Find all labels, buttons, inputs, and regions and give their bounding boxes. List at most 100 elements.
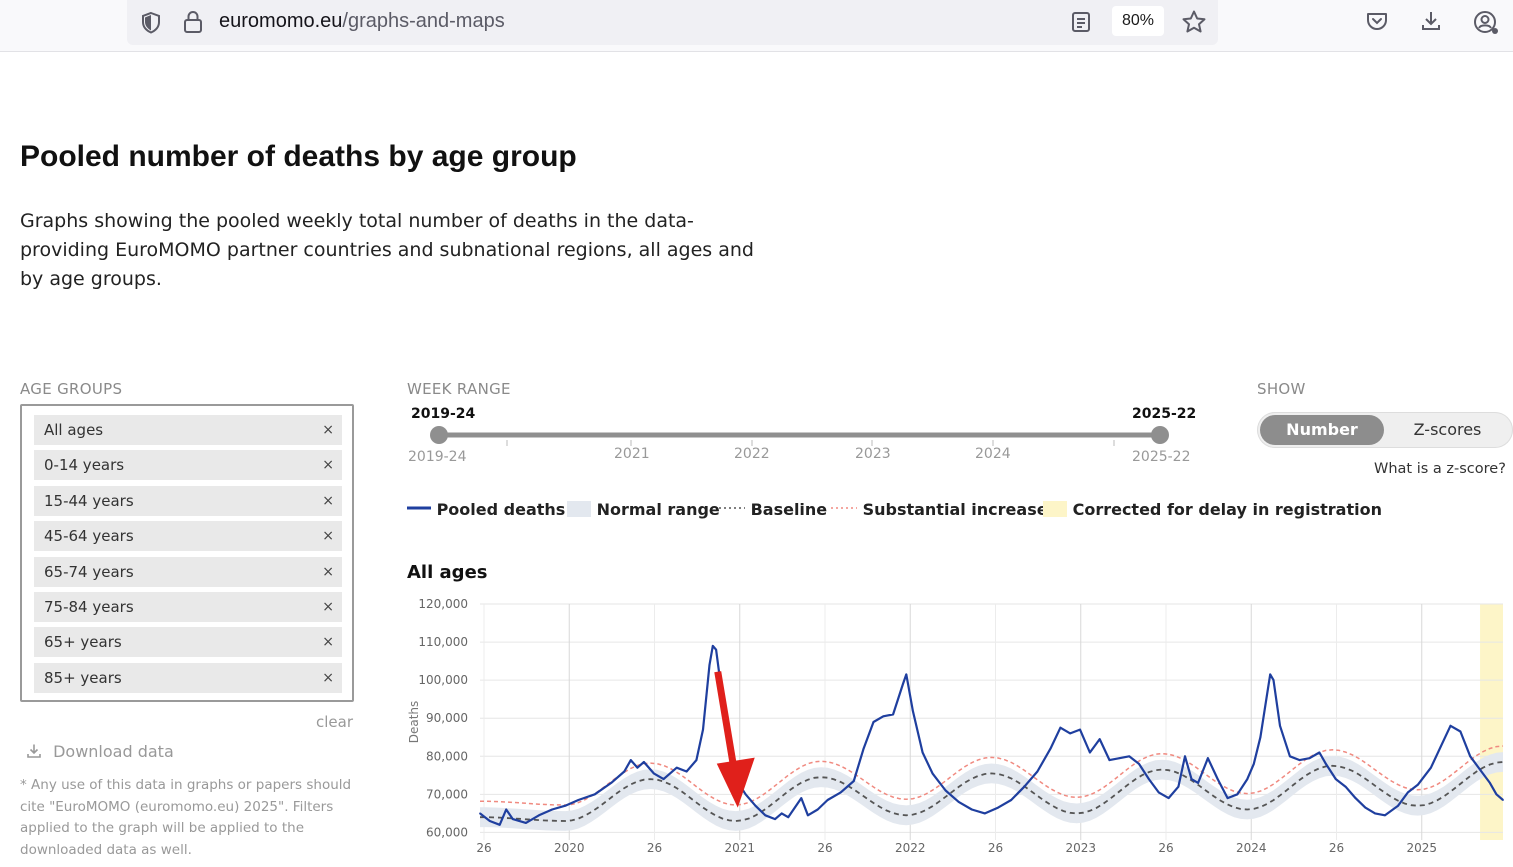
pooled-deaths-point	[685, 770, 688, 773]
pooled-deaths-point	[702, 728, 704, 731]
remove-icon[interactable]: ×	[322, 663, 334, 693]
age-group-chip[interactable]: 65-74 years ×	[34, 556, 342, 587]
lock-icon[interactable]	[182, 10, 204, 38]
pooled-deaths-point	[593, 793, 596, 796]
pooled-deaths-point	[695, 759, 698, 761]
pooled-deaths-point	[708, 664, 711, 666]
slider-end-handle[interactable]	[1151, 426, 1169, 444]
pooled-deaths-point	[905, 673, 908, 676]
age-group-label: 0-14 years	[44, 456, 125, 475]
pocket-icon[interactable]	[1365, 9, 1389, 37]
age-group-label: All ages	[44, 421, 104, 439]
pooled-deaths-point	[551, 808, 553, 811]
x-tick-label: 2023	[1065, 841, 1096, 855]
pooled-deaths-point	[1010, 799, 1013, 801]
chart-title: All ages	[407, 562, 488, 583]
age-group-chip[interactable]: 0-14 years ×	[34, 450, 342, 481]
pooled-deaths-point	[1118, 757, 1121, 760]
citation-note: * Any use of this data in graphs or pape…	[20, 777, 352, 858]
age-group-label: 15-44 years	[44, 491, 134, 510]
age-group-chip[interactable]: 45-64 years ×	[34, 521, 342, 552]
pooled-deaths-line[interactable]	[479, 644, 1504, 826]
deaths-chart[interactable]: 60,000 70,000 80,000 90,000 100,000 110,000 12…	[400, 590, 1513, 867]
legend-pooled-deaths[interactable]: Pooled deaths	[407, 500, 565, 519]
pooled-deaths-point	[1298, 759, 1301, 761]
remove-icon[interactable]: ×	[322, 450, 334, 480]
pooled-deaths-point	[1197, 782, 1199, 784]
pooled-deaths-point	[1157, 791, 1160, 794]
pooled-deaths-point	[711, 645, 714, 647]
legend-corrected[interactable]: Corrected for delay in registration	[1043, 500, 1382, 519]
week-range-tick: 2024	[975, 446, 1011, 462]
pooled-deaths-point	[715, 648, 717, 651]
pooled-deaths-point	[1449, 724, 1452, 727]
address-bar[interactable]: euromomo.eu/graphs-and-maps 80%	[127, 0, 1218, 45]
pooled-deaths-point	[1272, 679, 1275, 681]
pooled-deaths-point	[793, 806, 796, 809]
remove-icon[interactable]: ×	[322, 557, 334, 587]
shield-icon[interactable]	[139, 11, 163, 39]
pooled-deaths-point	[538, 814, 540, 817]
zscore-help-link[interactable]: What is a z-score?	[1374, 461, 1506, 477]
pooled-deaths-point	[1148, 778, 1150, 780]
download-icon[interactable]	[1419, 9, 1443, 37]
legend-substantial-increase[interactable]: Substantial increase	[831, 500, 1048, 519]
age-group-chip[interactable]: 75-84 years ×	[34, 592, 342, 622]
annotation-arrow-head	[716, 757, 755, 808]
pooled-deaths-point	[1128, 755, 1131, 758]
week-range-slider[interactable]	[400, 420, 1200, 450]
legend-normal-range[interactable]: Normal range	[567, 500, 720, 519]
age-group-label: 75-84 years	[44, 598, 134, 616]
age-group-chip[interactable]: All ages ×	[34, 415, 342, 445]
remove-icon[interactable]: ×	[322, 415, 334, 445]
clear-button[interactable]: clear	[316, 713, 353, 731]
account-icon[interactable]	[1472, 9, 1500, 41]
pooled-deaths-point	[1407, 791, 1409, 794]
y-tick-label: 70,000	[426, 787, 468, 801]
url-text[interactable]: euromomo.eu/graphs-and-maps	[219, 10, 505, 33]
pooled-deaths-point	[1479, 768, 1481, 771]
pooled-deaths-point	[902, 683, 904, 685]
week-range-tick: 2023	[855, 446, 891, 462]
reader-view-icon[interactable]	[1070, 10, 1092, 38]
age-group-chip[interactable]: 15-44 years ×	[34, 485, 342, 516]
page-description: Graphs showing the pooled weekly total n…	[20, 210, 754, 290]
pooled-deaths-point	[1069, 732, 1072, 735]
pooled-deaths-point	[1416, 783, 1419, 786]
pooled-deaths-point	[997, 806, 999, 809]
zoom-level-button[interactable]: 80%	[1112, 6, 1164, 36]
pooled-deaths-point	[764, 814, 767, 817]
number-option[interactable]: Number	[1260, 415, 1384, 445]
remove-icon[interactable]: ×	[322, 592, 334, 622]
age-groups-select[interactable]: All ages × 0-14 years × 15-44 years × 45-64 ye…	[20, 404, 354, 702]
slider-start-handle[interactable]	[430, 426, 448, 444]
remove-icon[interactable]: ×	[322, 627, 334, 657]
download-data-link[interactable]: Download data	[26, 742, 174, 761]
age-group-chip[interactable]: 65+ years ×	[34, 627, 342, 658]
legend-corrected-label: Corrected for delay in registration	[1072, 500, 1382, 519]
pooled-deaths-point	[921, 751, 924, 754]
show-toggle[interactable]: Number Z-scores	[1257, 412, 1513, 448]
pooled-deaths-point	[1138, 763, 1140, 765]
pooled-deaths-point	[1167, 797, 1170, 799]
pooled-deaths-point	[675, 766, 678, 769]
x-tick-label: 26	[817, 841, 832, 855]
y-tick-label: 110,000	[418, 635, 468, 649]
pooled-deaths-point	[1384, 814, 1386, 817]
remove-icon[interactable]: ×	[322, 486, 334, 516]
zscores-option[interactable]: Z-scores	[1385, 415, 1510, 445]
y-tick-label: 120,000	[418, 597, 468, 611]
y-tick-label: 90,000	[426, 711, 468, 725]
legend-baseline[interactable]: Baseline	[719, 500, 827, 519]
remove-icon[interactable]: ×	[322, 521, 334, 551]
age-group-label: 85+ years	[44, 668, 122, 687]
bookmark-star-icon[interactable]	[1181, 9, 1207, 39]
pooled-deaths-point	[1079, 728, 1081, 731]
age-group-label: 65+ years	[44, 633, 122, 652]
age-group-chip[interactable]: 85+ years ×	[34, 662, 342, 693]
age-group-label: 45-64 years	[44, 527, 134, 546]
pooled-deaths-point	[852, 780, 855, 782]
pooled-deaths-point	[1308, 757, 1311, 760]
x-tick-label: 2021	[724, 841, 755, 855]
pooled-deaths-point	[800, 797, 803, 799]
